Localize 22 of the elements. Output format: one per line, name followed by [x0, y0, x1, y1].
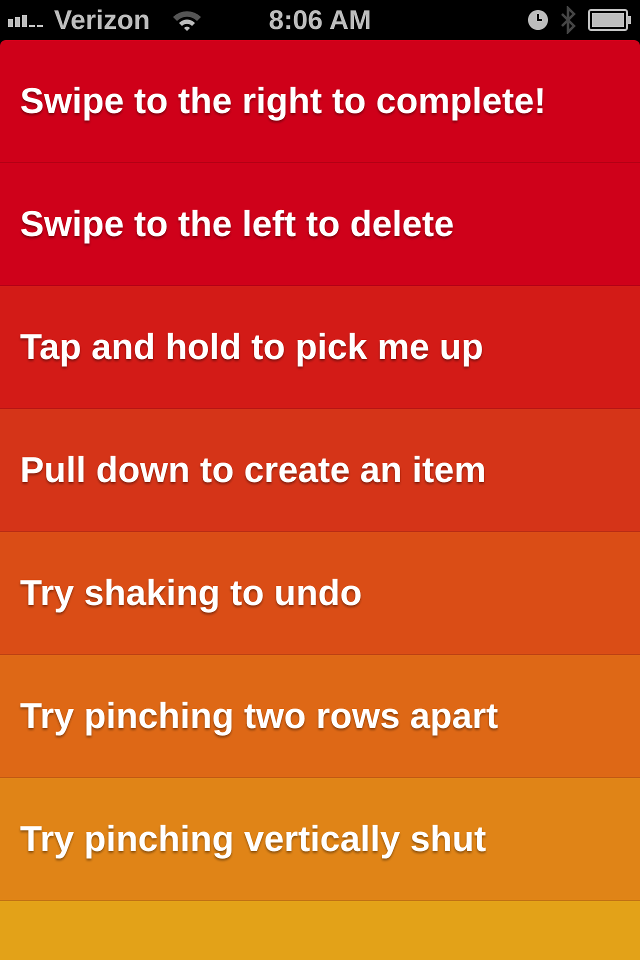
list-row[interactable]: Swipe to the right to complete!: [0, 40, 640, 163]
item-label: Swipe to the right to complete!: [20, 80, 546, 122]
item-label: Tap and hold to pick me up: [20, 326, 484, 368]
list-row[interactable]: Try pinching two rows apart: [0, 655, 640, 778]
wifi-icon: [172, 9, 202, 31]
list-row[interactable]: Try shaking to undo: [0, 532, 640, 655]
item-label: Try shaking to undo: [20, 572, 362, 614]
list-row[interactable]: [0, 901, 640, 960]
signal-icon: [8, 13, 46, 27]
clock-time: 8:06 AM: [268, 4, 372, 36]
item-label: Pull down to create an item: [20, 449, 486, 491]
clock-icon: [528, 10, 548, 30]
item-label: Try pinching vertically shut: [20, 818, 486, 860]
item-label: Swipe to the left to delete: [20, 203, 454, 245]
carrier-name: Verizon: [54, 4, 150, 36]
battery-icon: [588, 9, 632, 31]
list-row[interactable]: Tap and hold to pick me up: [0, 286, 640, 409]
list-row[interactable]: Try pinching vertically shut: [0, 778, 640, 901]
list-row[interactable]: Pull down to create an item: [0, 409, 640, 532]
list-row[interactable]: Swipe to the left to delete: [0, 163, 640, 286]
bluetooth-icon: [560, 6, 576, 34]
item-label: Try pinching two rows apart: [20, 695, 498, 737]
